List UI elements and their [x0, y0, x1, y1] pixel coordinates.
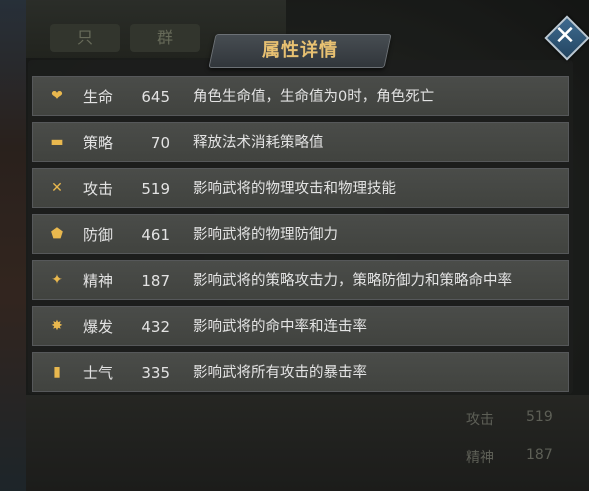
attribute-name: 精神 [83, 272, 114, 290]
attribute-name: 爆发 [83, 318, 114, 336]
attribute-row-morale: ▮ 士气 335 影响武将所有攻击的暴击率 [32, 352, 569, 392]
attribute-name: 士气 [83, 364, 114, 382]
attribute-value: 461 [141, 226, 170, 244]
attribute-description: 影响武将的命中率和连击率 [193, 319, 367, 335]
book-icon: ▬ [50, 134, 64, 150]
attribute-row-strategy: ▬ 策略 70 释放法术消耗策略值 [32, 122, 569, 162]
close-button[interactable]: ✕ [544, 15, 589, 61]
crossed-swords-icon: ✕ [51, 180, 63, 196]
attribute-description: 影响武将的策略攻击力，策略防御力和策略命中率 [193, 273, 512, 289]
attribute-name: 生命 [83, 88, 114, 106]
banner-icon: ▮ [53, 364, 61, 380]
attribute-description: 影响武将的物理防御力 [193, 227, 338, 243]
attribute-value: 70 [150, 134, 170, 152]
heart-icon: ❤ [51, 88, 63, 104]
attribute-value: 187 [141, 272, 170, 290]
attribute-value: 519 [141, 180, 170, 198]
attribute-name: 攻击 [83, 180, 114, 198]
attribute-value: 645 [141, 88, 170, 106]
attribute-name: 防御 [83, 226, 114, 244]
attribute-row-defense: ⬟ 防御 461 影响武将的物理防御力 [32, 214, 569, 254]
burst-icon: ✸ [51, 318, 63, 334]
attribute-row-hp: ❤ 生命 645 角色生命值，生命值为0时，角色死亡 [32, 76, 569, 116]
attribute-row-attack: ✕ 攻击 519 影响武将的物理攻击和物理技能 [32, 168, 569, 208]
shield-icon: ⬟ [50, 226, 64, 242]
attribute-description: 影响武将所有攻击的暴击率 [193, 365, 367, 381]
spirit-icon: ✦ [51, 272, 63, 288]
attribute-row-spirit: ✦ 精神 187 影响武将的策略攻击力，策略防御力和策略命中率 [32, 260, 569, 300]
panel-title: 属性详情 [262, 40, 338, 61]
attribute-value: 432 [141, 318, 170, 336]
close-icon: ✕ [554, 21, 576, 51]
attribute-description: 释放法术消耗策略值 [193, 135, 324, 151]
attribute-name: 策略 [83, 134, 114, 152]
attribute-description: 角色生命值，生命值为0时，角色死亡 [193, 89, 435, 105]
attribute-value: 335 [141, 364, 170, 382]
attribute-description: 影响武将的物理攻击和物理技能 [193, 181, 396, 197]
attribute-row-burst: ✸ 爆发 432 影响武将的命中率和连击率 [32, 306, 569, 346]
panel-title-plate: 属性详情 [208, 34, 392, 68]
